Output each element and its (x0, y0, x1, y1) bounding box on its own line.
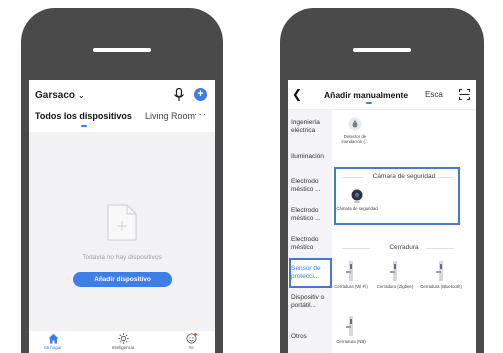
category-item[interactable]: Dispositiv o portátil... (288, 289, 332, 315)
room-tabs: Todos los dispositivos Living Room ··· (29, 109, 215, 129)
device-label: Cerradura (Bluetooth) (420, 284, 462, 289)
title-indicator (366, 102, 372, 104)
home-header: Garsaco ⌄ + Todos los dispositivos Living… (29, 80, 215, 132)
nav-smart[interactable]: Inteligencia (101, 333, 145, 350)
door-lock-icon (346, 316, 353, 336)
category-item[interactable]: Electrodo méstico (288, 231, 332, 257)
category-item[interactable]: Ingeniería eléctrica (288, 114, 332, 140)
right-phone-frame: ❮ Añadir manualmente Esca Ingeniería elé… (280, 8, 484, 353)
door-lock-icon (390, 261, 397, 281)
nav-smart-label: Inteligencia (111, 345, 135, 350)
scan-tab-label[interactable]: Esca (425, 90, 443, 99)
sun-icon (117, 333, 129, 344)
page-title: Añadir manualmente (324, 90, 409, 100)
device-label: Detector de inundación (... (341, 134, 369, 144)
bottom-navigation: Mi hogar Inteligencia Yo (29, 331, 215, 353)
device-label: Cerradura (Wi-Fi) (334, 284, 368, 289)
category-highlight-box (289, 258, 332, 288)
back-icon[interactable]: ❮ (292, 87, 302, 101)
device-flood-detector[interactable]: Detector de inundación (... (334, 116, 376, 144)
door-lock-icon (436, 261, 443, 281)
left-phone-frame: Garsaco ⌄ + Todos los dispositivos Living… (21, 8, 223, 353)
add-icon[interactable]: + (194, 88, 207, 101)
device-label: Cámara de seguridad (336, 206, 378, 211)
microphone-icon[interactable] (173, 88, 185, 102)
chevron-down-icon: ⌄ (78, 91, 85, 100)
device-label: Cerradura (Zigbee) (376, 284, 414, 289)
profile-icon (186, 333, 197, 344)
category-sidebar: Ingeniería eléctrica Iluminación Electro… (288, 110, 332, 353)
nav-home-label: Mi hogar (44, 345, 62, 350)
home-name: Garsaco (35, 90, 76, 101)
empty-document-icon (107, 204, 137, 241)
device-lock-wifi[interactable]: Cerradura (Wi-Fi) (330, 260, 372, 289)
device-lock-zigbee[interactable]: Cerradura (Zigbee) (374, 260, 416, 289)
category-item[interactable]: Iluminación (288, 144, 332, 170)
category-item[interactable]: Otros (288, 324, 332, 350)
nav-me[interactable]: Yo (169, 333, 213, 350)
section-title-camera: Cámara de seguridad (372, 173, 436, 180)
add-device-header: ❮ Añadir manualmente Esca (288, 80, 476, 110)
flood-detector-icon (348, 117, 362, 131)
device-label: Cerradura (NB) (336, 339, 366, 344)
phone-speaker (353, 48, 411, 52)
scan-icon[interactable] (459, 89, 470, 100)
home-icon (48, 333, 58, 344)
more-icon[interactable]: ··· (194, 109, 207, 120)
nav-home[interactable]: Mi hogar (31, 333, 75, 350)
device-list-area: Todavía no hay dispositivos Añadir dispo… (29, 132, 215, 331)
tab-living-room[interactable]: Living Room (145, 111, 195, 121)
camera-icon (351, 189, 363, 203)
add-device-button[interactable]: Añadir dispositivo (73, 272, 172, 287)
door-lock-icon (346, 261, 353, 281)
left-screen: Garsaco ⌄ + Todos los dispositivos Living… (29, 80, 215, 353)
active-tab-indicator (81, 125, 87, 127)
nav-me-label: Yo (188, 345, 194, 350)
category-item[interactable]: Electrodo méstico ... (288, 173, 332, 199)
empty-state-text: Todavía no hay dispositivos (82, 254, 162, 261)
right-screen: ❮ Añadir manualmente Esca Ingeniería elé… (288, 80, 476, 353)
category-item[interactable]: Electrodo méstico ... (288, 202, 332, 228)
phone-speaker (93, 48, 151, 52)
device-catalog: Detector de inundación (... Cámara de se… (332, 110, 476, 353)
home-selector[interactable]: Garsaco ⌄ (35, 90, 85, 101)
device-lock-bluetooth[interactable]: Cerradura (Bluetooth) (420, 260, 462, 289)
device-security-camera[interactable]: Cámara de seguridad (336, 188, 378, 211)
section-title-lock: Cerradura (389, 244, 419, 251)
tab-all-devices[interactable]: Todos los dispositivos (35, 111, 132, 121)
device-lock-nb[interactable]: Cerradura (NB) (330, 315, 372, 344)
